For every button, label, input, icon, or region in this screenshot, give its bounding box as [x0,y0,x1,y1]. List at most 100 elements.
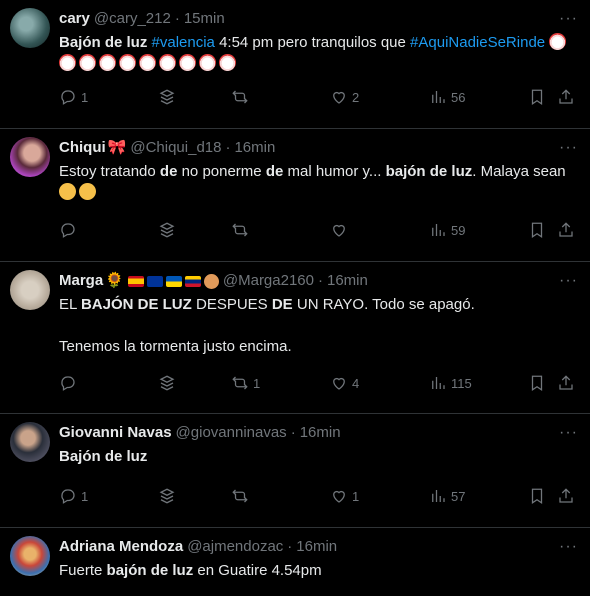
grok-button[interactable] [158,487,176,505]
retweet-button[interactable] [231,88,253,106]
views-button[interactable]: 57 [429,487,465,505]
views-button[interactable]: 56 [429,88,465,106]
reply-icon [61,376,75,391]
clown-emoji [179,54,196,71]
timestamp[interactable]: 16min [234,139,275,157]
grok-button[interactable] [158,88,176,106]
ukraine-flag-icon [165,275,182,287]
separator-dot: · [290,424,296,441]
share-icon [559,375,573,390]
avatar[interactable] [10,8,50,48]
reply-icon [61,90,75,105]
avatar[interactable] [10,422,50,462]
like-icon [333,91,345,104]
views-button[interactable]: 115 [429,374,472,392]
spain-flag-icon [127,275,144,287]
avatar[interactable] [10,270,50,310]
author-handle[interactable]: @giovanninavas [176,424,287,442]
hashtag-link[interactable]: #AquiNadieSeRinde [410,34,545,51]
author-name[interactable]: Marga [59,272,103,290]
separator-dot: · [287,538,293,555]
timestamp[interactable]: 16min [327,272,368,290]
tweet[interactable]: Marga 🌻 @Marga2160 · 16min ··· EL BAJÓN … [0,262,590,414]
like-button[interactable] [330,221,352,239]
hashtag-link[interactable]: #valencia [152,34,215,51]
author-name[interactable]: Adriana Mendoza [59,538,183,556]
grok-button[interactable] [158,374,176,392]
retweet-button[interactable] [231,487,253,505]
share-button[interactable] [557,221,575,239]
tweet[interactable]: Chiqui 🎀 @Chiqui_d18 · 16min ··· Estoy t… [0,129,590,262]
views-icon [432,490,445,502]
author-handle[interactable]: @Chiqui_d18 [130,139,221,157]
like-icon [333,377,345,390]
share-button[interactable] [557,88,575,106]
timestamp[interactable]: 16min [300,424,341,442]
author-handle[interactable]: @ajmendozac [187,538,283,556]
bookmark-icon [531,375,543,391]
bookmark-icon [531,89,543,105]
exploding-head-emoji [59,183,76,200]
bookmark-button[interactable] [528,487,546,505]
clown-emoji [199,54,216,71]
author-handle[interactable]: @cary_212 [94,10,171,28]
reply-button[interactable]: 1 [59,88,88,106]
retweet-button[interactable]: 1 [231,374,260,392]
separator-dot: · [318,272,323,289]
grok-icon [159,89,175,105]
like-button[interactable]: 2 [330,88,359,106]
reply-button[interactable] [59,374,81,392]
avatar[interactable] [10,536,50,576]
more-options-button[interactable]: ··· [559,139,578,157]
grok-icon [159,488,175,504]
reply-button[interactable] [59,221,81,239]
like-button[interactable]: 4 [330,374,359,392]
like-button[interactable]: 1 [330,487,359,505]
tweet[interactable]: cary @cary_212 · 15min ··· Bajón de luz … [0,0,590,129]
author-handle[interactable]: @Marga2160 [223,272,314,290]
tweet[interactable]: Giovanni Navas @giovanninavas · 16min ··… [0,414,590,528]
views-icon [432,377,445,389]
separator-dot: · [174,10,180,27]
more-options-button[interactable]: ··· [559,10,578,28]
author-name[interactable]: cary [59,10,90,28]
grok-button[interactable] [158,221,176,239]
clown-emoji [139,54,156,71]
reply-button[interactable]: 1 [59,487,88,505]
venezuela-flag-icon [184,275,201,287]
tweet[interactable]: Adriana Mendoza @ajmendozac · 16min ··· … [0,528,590,596]
clown-emoji [119,54,136,71]
author-name[interactable]: Chiqui [59,139,106,157]
tweet-text: Estoy tratando de no ponerme de mal humo… [59,161,578,203]
tweet-text: EL BAJÓN DE LUZ DESPUES DE UN RAYO. Todo… [59,296,475,355]
clown-emoji-row [59,54,239,72]
more-options-button[interactable]: ··· [559,424,578,442]
author-name[interactable]: Giovanni Navas [59,424,172,442]
tweet-text: Fuerte bajón de luz en Guatire 4.54pm [59,562,322,579]
views-button[interactable]: 59 [429,221,465,239]
views-icon [432,224,445,236]
bookmark-button[interactable] [528,88,546,106]
bookmark-button[interactable] [528,374,546,392]
more-options-button[interactable]: ··· [559,272,578,290]
sunflower-emoji: 🌻 [105,272,124,289]
share-button[interactable] [557,374,575,392]
clown-emoji [99,54,116,71]
timestamp[interactable]: 16min [296,538,337,556]
timestamp[interactable]: 15min [184,10,225,28]
ribbon-emoji: 🎀 [107,139,127,156]
clown-emoji [549,33,567,50]
retweet-icon [232,376,248,390]
avatar[interactable] [10,137,50,177]
clown-emoji [79,54,96,71]
eu-flag-icon [146,275,163,287]
clown-emoji [219,54,236,71]
retweet-button[interactable] [231,221,253,239]
like-icon [333,224,345,237]
bookmark-icon [531,222,543,238]
bookmark-button[interactable] [528,221,546,239]
share-button[interactable] [557,487,575,505]
grok-icon [159,375,175,391]
views-icon [432,91,445,103]
more-options-button[interactable]: ··· [559,538,578,556]
